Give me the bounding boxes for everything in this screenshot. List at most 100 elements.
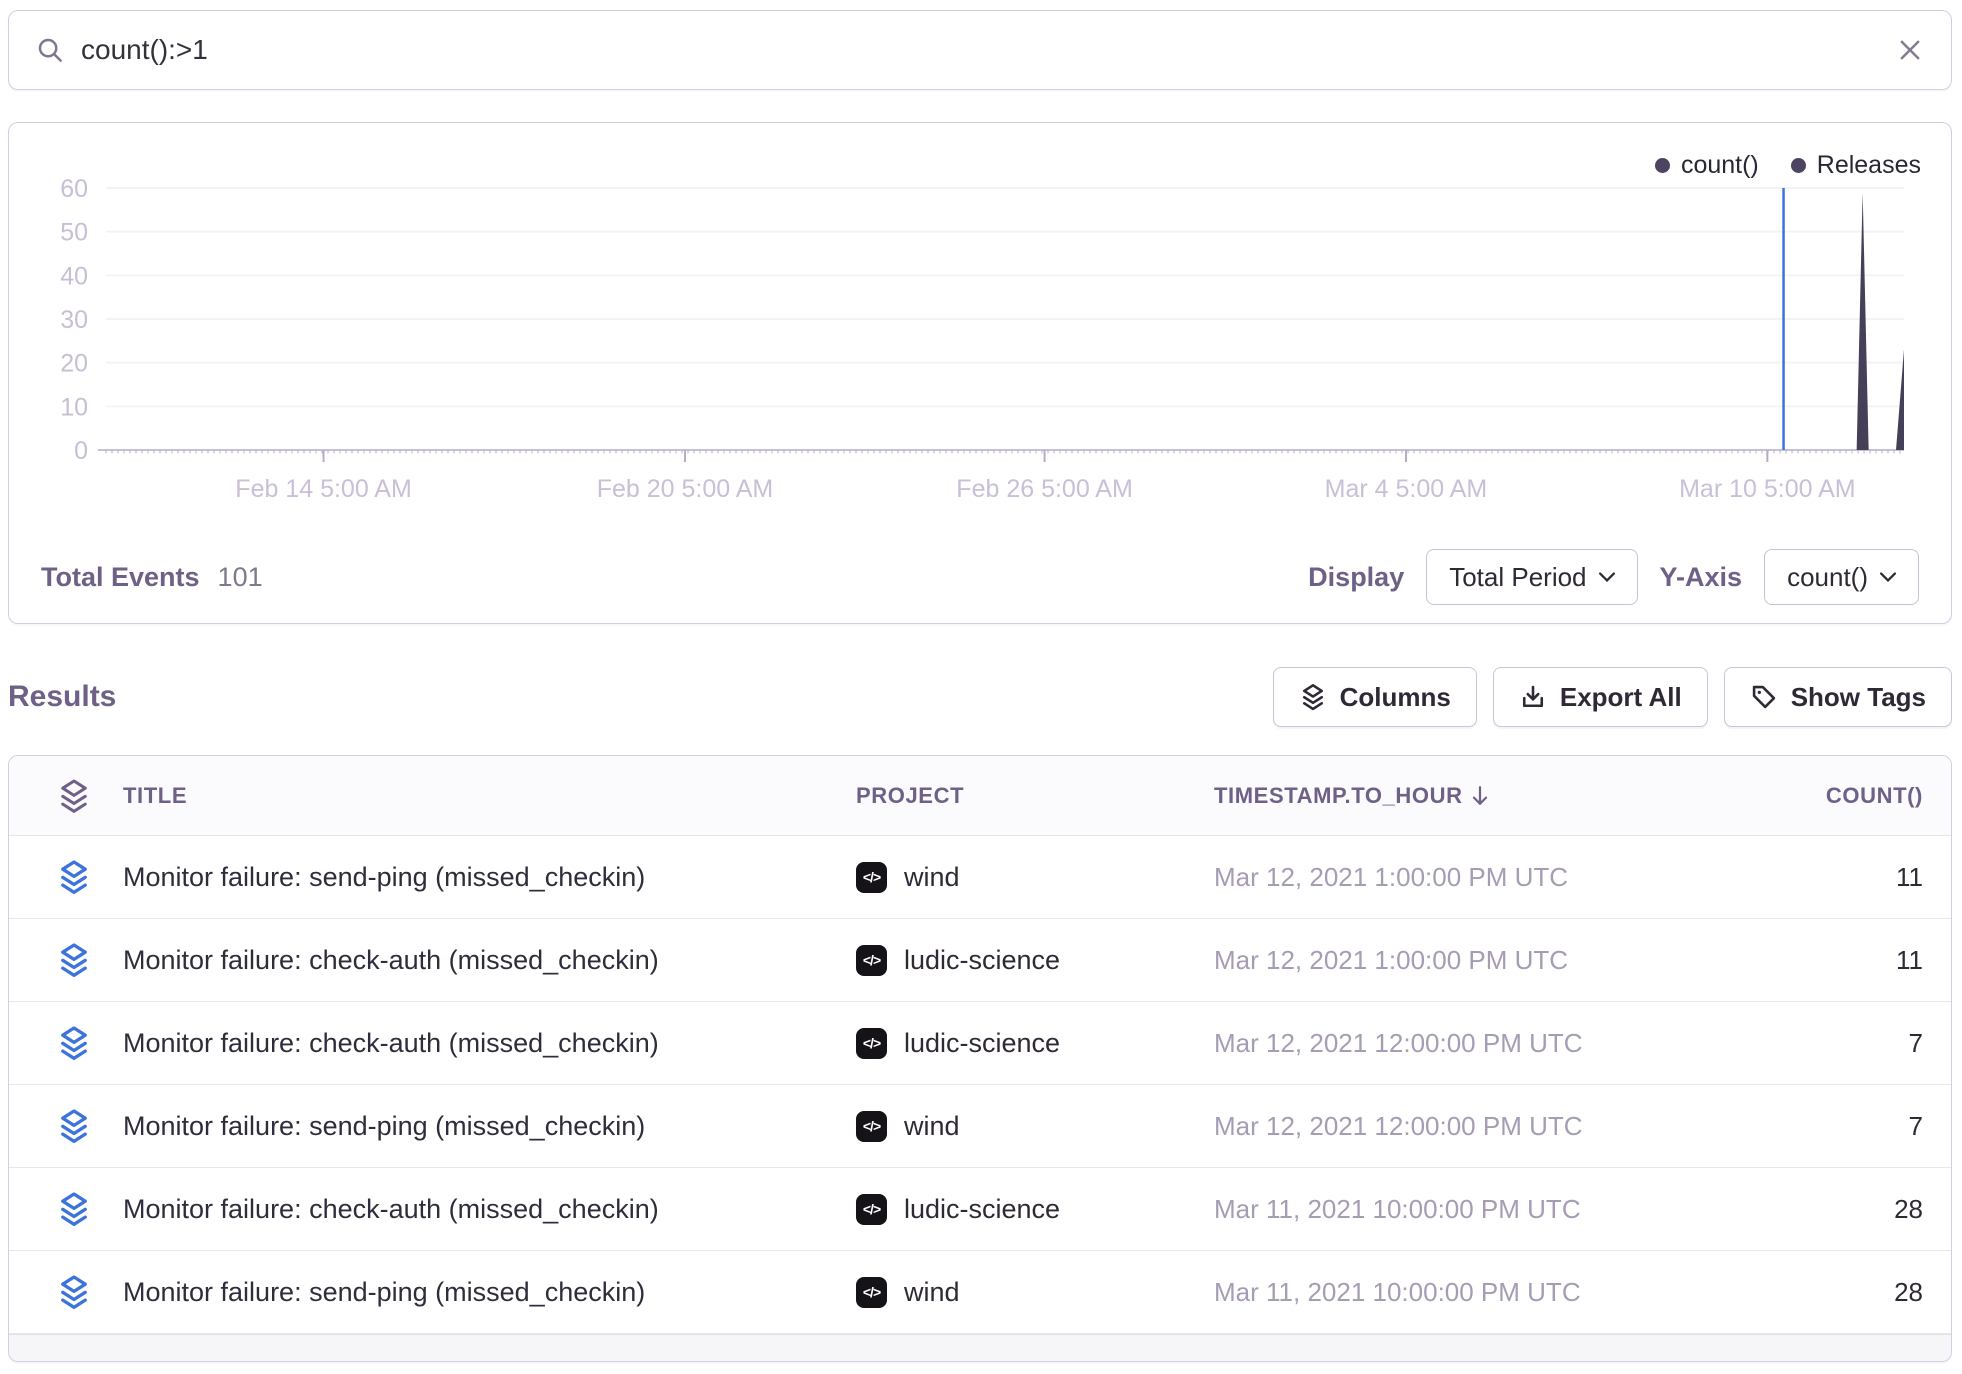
search-icon [35,35,65,65]
event-count[interactable]: 28 [1724,1277,1951,1308]
project-name: ludic-science [904,1194,1060,1225]
column-header-count[interactable]: COUNT() [1724,783,1951,809]
results-heading: Results [8,680,116,714]
column-header-title[interactable]: TITLE [123,783,856,809]
table-header-row: TITLE PROJECT TIMESTAMP.TO_HOUR COUNT() [9,756,1951,836]
export-all-button[interactable]: Export All [1493,667,1708,727]
chart-controls: Display Total Period Y-Axis count() [1308,549,1919,605]
display-label: Display [1308,562,1404,593]
event-title[interactable]: Monitor failure: check-auth (missed_chec… [123,1028,856,1059]
yaxis-label: Y-Axis [1660,562,1743,593]
project-avatar: </> [856,1111,887,1142]
stack-icon[interactable] [56,1025,92,1061]
tag-icon [1750,683,1778,711]
layers-icon [1299,683,1327,711]
chart-svg: 0102030405060Feb 14 5:00 AMFeb 20 5:00 A… [9,123,1950,525]
search-bar [8,10,1952,90]
table-row[interactable]: Monitor failure: check-auth (missed_chec… [9,1002,1951,1085]
table-row[interactable]: Monitor failure: send-ping (missed_check… [9,1085,1951,1168]
event-title[interactable]: Monitor failure: check-auth (missed_chec… [123,1194,856,1225]
project-name: wind [904,1277,960,1308]
legend-dot-icon [1791,158,1806,173]
project-avatar: </> [856,1194,887,1225]
total-events: Total Events 101 [41,562,263,593]
show-tags-button-label: Show Tags [1791,682,1926,713]
stack-icon[interactable] [56,859,92,895]
legend-item-count[interactable]: count() [1655,151,1759,180]
event-title[interactable]: Monitor failure: send-ping (missed_check… [123,1111,856,1142]
yaxis-dropdown[interactable]: count() [1764,549,1919,605]
legend-dot-icon [1655,158,1670,173]
project-cell[interactable]: </> wind [856,1111,1214,1142]
project-name: wind [904,862,960,893]
table-row[interactable]: Monitor failure: check-auth (missed_chec… [9,1168,1951,1251]
event-timestamp[interactable]: Mar 12, 2021 1:00:00 PM UTC [1214,862,1724,893]
event-timestamp[interactable]: Mar 11, 2021 10:00:00 PM UTC [1214,1194,1724,1225]
svg-text:Feb 14 5:00 AM: Feb 14 5:00 AM [235,475,412,503]
results-actions: Columns Export All Show Tags [1273,667,1952,727]
code-icon: </> [863,1201,880,1217]
event-count[interactable]: 11 [1724,945,1951,976]
show-tags-button[interactable]: Show Tags [1724,667,1952,727]
svg-text:20: 20 [60,350,88,378]
project-cell[interactable]: </> wind [856,1277,1214,1308]
column-header-project[interactable]: PROJECT [856,783,1214,809]
stack-icon[interactable] [56,942,92,978]
download-icon [1519,683,1547,711]
project-cell[interactable]: </> ludic-science [856,1028,1214,1059]
total-events-value: 101 [218,562,263,593]
table-row[interactable]: Monitor failure: check-auth (missed_chec… [9,919,1951,1002]
svg-text:10: 10 [60,393,88,421]
project-cell[interactable]: </> ludic-science [856,945,1214,976]
table-row[interactable]: Monitor failure: send-ping (missed_check… [9,836,1951,919]
code-icon: </> [863,1118,880,1134]
svg-text:Feb 26 5:00 AM: Feb 26 5:00 AM [956,475,1133,503]
stack-icon[interactable] [56,1191,92,1227]
event-count[interactable]: 7 [1724,1111,1951,1142]
project-avatar: </> [856,1028,887,1059]
stack-icon[interactable] [56,1108,92,1144]
sort-desc-icon [1471,785,1489,807]
project-avatar: </> [856,862,887,893]
event-count[interactable]: 7 [1724,1028,1951,1059]
display-dropdown[interactable]: Total Period [1426,549,1637,605]
event-title[interactable]: Monitor failure: check-auth (missed_chec… [123,945,856,976]
clear-search-icon[interactable] [1895,35,1925,65]
display-dropdown-value: Total Period [1449,562,1586,593]
table-body: Monitor failure: send-ping (missed_check… [9,836,1951,1334]
yaxis-dropdown-value: count() [1787,562,1868,593]
total-events-label: Total Events [41,562,200,593]
table-row[interactable]: Monitor failure: send-ping (missed_check… [9,1251,1951,1334]
svg-text:40: 40 [60,262,88,290]
project-name: wind [904,1111,960,1142]
event-timestamp[interactable]: Mar 12, 2021 12:00:00 PM UTC [1214,1111,1724,1142]
code-icon: </> [863,1284,880,1300]
legend-label-count: count() [1681,151,1759,180]
event-timestamp[interactable]: Mar 11, 2021 10:00:00 PM UTC [1214,1277,1724,1308]
event-timestamp[interactable]: Mar 12, 2021 12:00:00 PM UTC [1214,1028,1724,1059]
results-table: TITLE PROJECT TIMESTAMP.TO_HOUR COUNT() … [8,755,1952,1362]
project-name: ludic-science [904,1028,1060,1059]
column-header-timestamp[interactable]: TIMESTAMP.TO_HOUR [1214,783,1724,809]
svg-text:60: 60 [60,175,88,203]
chart-footer: Total Events 101 Display Total Period Y-… [9,531,1951,623]
project-cell[interactable]: </> ludic-science [856,1194,1214,1225]
event-count[interactable]: 28 [1724,1194,1951,1225]
chevron-down-icon [1599,572,1615,582]
event-title[interactable]: Monitor failure: send-ping (missed_check… [123,862,856,893]
stack-icon[interactable] [56,778,92,814]
columns-button[interactable]: Columns [1273,667,1477,727]
project-avatar: </> [856,1277,887,1308]
search-input[interactable] [81,34,1895,66]
project-avatar: </> [856,945,887,976]
event-timestamp[interactable]: Mar 12, 2021 1:00:00 PM UTC [1214,945,1724,976]
chart-card: count() Releases 0102030405060Feb 14 5:0… [8,122,1952,624]
chart-legend: count() Releases [1655,151,1921,180]
event-count[interactable]: 11 [1724,862,1951,893]
project-cell[interactable]: </> wind [856,862,1214,893]
results-bar: Results Columns Export All Show Tags [8,662,1952,732]
stack-icon[interactable] [56,1274,92,1310]
legend-item-releases[interactable]: Releases [1791,151,1921,180]
svg-text:0: 0 [74,437,88,465]
event-title[interactable]: Monitor failure: send-ping (missed_check… [123,1277,856,1308]
